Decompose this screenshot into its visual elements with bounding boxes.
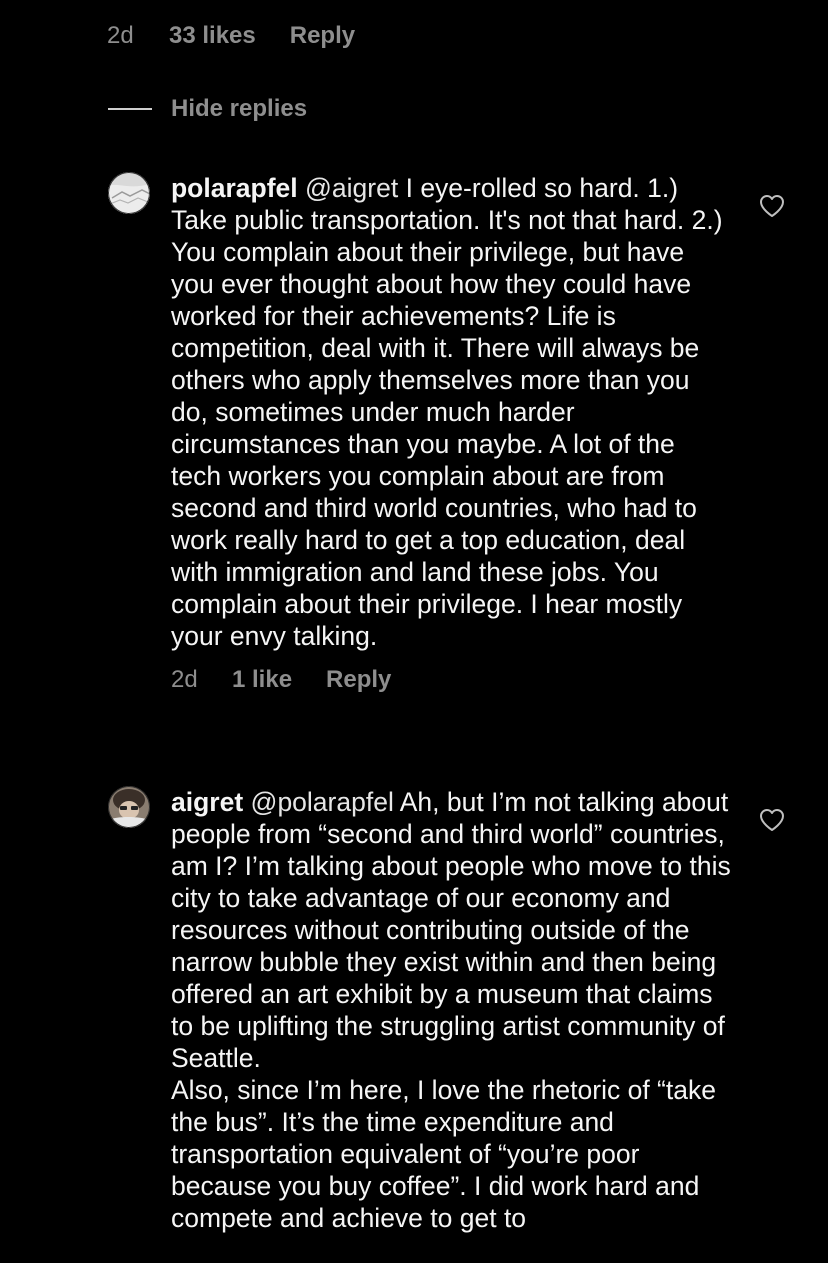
- comment-username[interactable]: aigret: [171, 787, 243, 817]
- parent-comment-time: 2d: [107, 22, 134, 49]
- hide-replies-toggle[interactable]: Hide replies: [108, 95, 307, 123]
- parent-comment-meta: 2d 33 likes Reply: [107, 22, 355, 50]
- hide-replies-label: Hide replies: [171, 95, 308, 122]
- comment-text: I eye-rolled so hard. 1.) Take public tr…: [171, 173, 723, 651]
- comment-mention[interactable]: @aigret: [305, 173, 398, 203]
- hide-replies-line: [108, 108, 152, 110]
- comment-text-continued: Also, since I’m here, I love the rhetori…: [171, 1075, 716, 1233]
- comment-body: aigret @polarapfel Ah, but I’m not talki…: [171, 786, 731, 1234]
- heart-outline-icon[interactable]: [759, 194, 785, 218]
- comment-text: Ah, but I’m not talking about people fro…: [171, 787, 731, 1073]
- reply-button[interactable]: Reply: [326, 664, 391, 696]
- avatar[interactable]: [108, 172, 150, 214]
- parent-comment-likes[interactable]: 33 likes: [169, 22, 256, 50]
- comment-time: 2d: [171, 666, 198, 693]
- comment-mention[interactable]: @polarapfel: [251, 787, 394, 817]
- parent-reply-button[interactable]: Reply: [290, 22, 355, 50]
- comment-body: polarapfel @aigret I eye-rolled so hard.…: [171, 172, 731, 696]
- heart-outline-icon[interactable]: [759, 808, 785, 832]
- comment-username[interactable]: polarapfel: [171, 173, 298, 203]
- avatar[interactable]: [108, 786, 150, 828]
- comment-meta: 2d 1 like Reply: [171, 664, 731, 696]
- comment-likes[interactable]: 1 like: [232, 664, 292, 696]
